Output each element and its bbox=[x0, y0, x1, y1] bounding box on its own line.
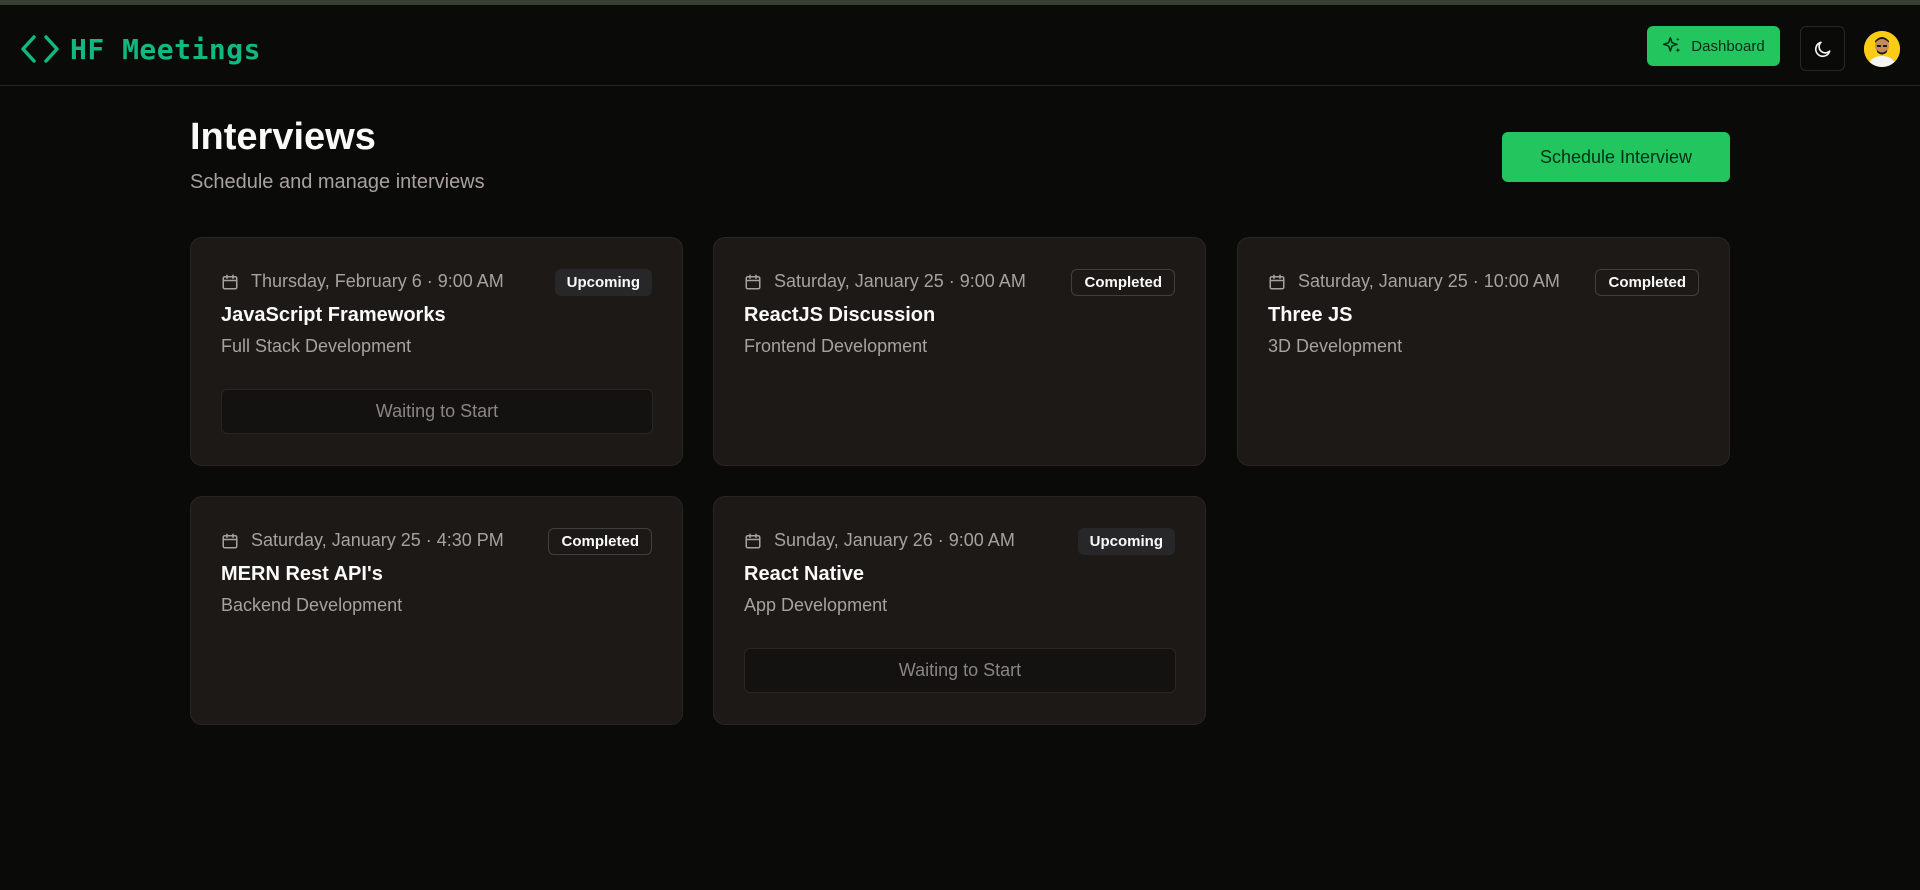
status-badge: Upcoming bbox=[554, 269, 652, 296]
interview-description: App Development bbox=[744, 595, 888, 615]
interview-card: Saturday, January 25 · 9:00 AM Completed… bbox=[713, 237, 1206, 466]
status-badge: Completed bbox=[548, 528, 652, 555]
interview-description: 3D Development bbox=[1268, 336, 1403, 356]
page-subtitle: Schedule and manage interviews bbox=[190, 171, 485, 193]
interview-date: Thursday, February 6 · 9:00 AM bbox=[221, 271, 504, 292]
interview-date-text: Sunday, January 26 · 9:00 AM bbox=[774, 530, 1015, 550]
user-avatar[interactable] bbox=[1864, 31, 1900, 67]
navbar: HF Meetings Dashboard bbox=[0, 5, 1920, 86]
interview-date: Sunday, January 26 · 9:00 AM bbox=[744, 530, 1015, 551]
interview-title: Three JS bbox=[1268, 304, 1353, 326]
brand-logo[interactable]: HF Meetings bbox=[20, 29, 261, 69]
waiting-to-start-button[interactable]: Waiting to Start bbox=[744, 648, 1176, 693]
interview-title: MERN Rest API's bbox=[221, 563, 383, 585]
status-badge: Completed bbox=[1071, 269, 1175, 296]
code-brackets-icon bbox=[21, 35, 59, 63]
dashboard-button[interactable]: Dashboard bbox=[1647, 26, 1780, 66]
interview-date: Saturday, January 25 · 10:00 AM bbox=[1268, 271, 1560, 292]
interview-date: Saturday, January 25 · 4:30 PM bbox=[221, 530, 504, 551]
brand-name: HF Meetings bbox=[70, 32, 261, 66]
calendar-icon bbox=[222, 533, 238, 548]
status-badge: Completed bbox=[1595, 269, 1699, 296]
calendar-icon bbox=[1269, 274, 1285, 289]
avatar-image bbox=[1864, 31, 1900, 67]
waiting-to-start-button[interactable]: Waiting to Start bbox=[221, 389, 653, 434]
page-title: Interviews bbox=[190, 116, 376, 158]
interview-title: JavaScript Frameworks bbox=[221, 304, 446, 326]
interview-card: Thursday, February 6 · 9:00 AM Upcoming … bbox=[190, 237, 683, 466]
interview-description: Frontend Development bbox=[744, 336, 928, 356]
interview-date: Saturday, January 25 · 9:00 AM bbox=[744, 271, 1026, 292]
interview-title: ReactJS Discussion bbox=[744, 304, 936, 326]
status-badge: Upcoming bbox=[1077, 528, 1175, 555]
interview-title: React Native bbox=[744, 563, 865, 585]
interview-date-text: Saturday, January 25 · 9:00 AM bbox=[774, 271, 1026, 291]
calendar-icon bbox=[745, 274, 761, 289]
calendar-icon bbox=[222, 274, 238, 289]
interview-date-text: Saturday, January 25 · 4:30 PM bbox=[251, 530, 504, 550]
interview-card: Saturday, January 25 · 10:00 AM Complete… bbox=[1237, 237, 1730, 466]
moon-icon bbox=[1814, 41, 1830, 57]
schedule-interview-button[interactable]: Schedule Interview bbox=[1502, 132, 1730, 182]
theme-toggle-button[interactable] bbox=[1800, 26, 1845, 71]
interview-description: Backend Development bbox=[221, 595, 403, 615]
sparkles-icon bbox=[1663, 36, 1681, 53]
interview-description: Full Stack Development bbox=[221, 336, 412, 356]
interview-date-text: Thursday, February 6 · 9:00 AM bbox=[251, 271, 504, 291]
interview-card: Saturday, January 25 · 4:30 PM Completed… bbox=[190, 496, 683, 725]
dashboard-label: Dashboard bbox=[1691, 37, 1765, 55]
calendar-icon bbox=[745, 533, 761, 548]
interview-card: Sunday, January 26 · 9:00 AM Upcoming Re… bbox=[713, 496, 1206, 725]
interview-date-text: Saturday, January 25 · 10:00 AM bbox=[1298, 271, 1560, 291]
